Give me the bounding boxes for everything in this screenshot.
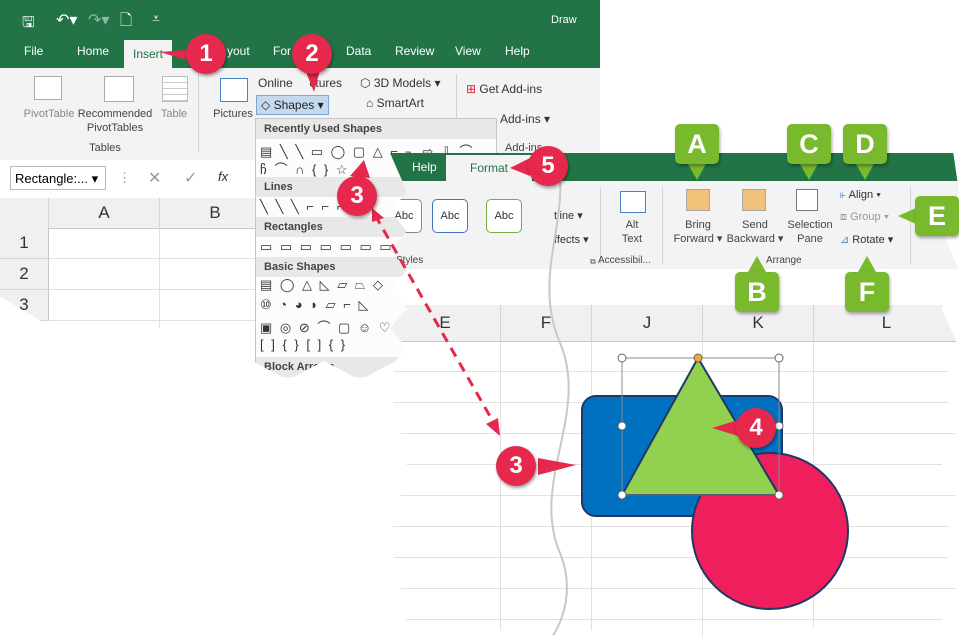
pictures-label[interactable]: Pictures bbox=[208, 108, 258, 121]
resize-handle[interactable] bbox=[774, 490, 784, 500]
callout-f: F bbox=[845, 272, 889, 312]
tab-formulas[interactable]: For bbox=[273, 44, 291, 58]
enter-icon[interactable]: ✓ bbox=[184, 168, 197, 188]
tab-help[interactable]: Help bbox=[505, 44, 530, 58]
3d-models-button[interactable]: ⬡ 3D Models ▾ bbox=[360, 76, 441, 90]
save-icon[interactable]: 🖫 bbox=[22, 12, 35, 37]
row-header-2[interactable]: 2 bbox=[0, 259, 49, 290]
resize-handle[interactable] bbox=[774, 353, 784, 363]
row-header-3[interactable]: 3 bbox=[0, 290, 49, 321]
callout-b: B bbox=[735, 272, 779, 312]
step-3-callout-top: 3 bbox=[337, 176, 377, 216]
resize-handle[interactable] bbox=[617, 421, 627, 431]
recently-used-heading: Recently Used Shapes bbox=[256, 119, 496, 139]
tab-file[interactable]: File bbox=[24, 44, 43, 58]
recommended-label[interactable]: Recommended bbox=[70, 108, 160, 121]
tables-group-label: Tables bbox=[89, 142, 121, 154]
smartart-button[interactable]: ⌂ SmartArt bbox=[366, 96, 424, 110]
basic-shapes-row[interactable]: ▤ ◯ △ ◺ ▱ ⏢ ◇ bbox=[260, 277, 385, 293]
pivottables-label[interactable]: PivotTables bbox=[70, 122, 160, 135]
callout-d: D bbox=[843, 124, 887, 164]
tab-view[interactable]: View bbox=[455, 44, 481, 58]
tab-layout[interactable]: yout bbox=[227, 44, 250, 58]
window-title: Draw bbox=[551, 14, 577, 26]
recommended-pivottables-icon bbox=[104, 76, 134, 102]
get-addins-button[interactable]: ⊞ Get Add-ins bbox=[466, 82, 542, 96]
resize-handle[interactable] bbox=[617, 353, 627, 363]
column-header-a[interactable]: A bbox=[49, 198, 160, 229]
callout-a: A bbox=[675, 124, 719, 164]
basic-shapes-row[interactable]: [ ] { } [ ] { } bbox=[260, 337, 347, 352]
online-pictures-button[interactable]: Online ctures bbox=[258, 76, 342, 90]
insert-function-icon[interactable]: fx bbox=[218, 169, 228, 184]
resize-handle[interactable] bbox=[774, 421, 784, 431]
table-icon bbox=[162, 76, 188, 102]
recent-shapes-row-2[interactable]: ჩ ⌒ ∩ { } ☆ bbox=[260, 159, 350, 178]
step-3-callout-bottom: 3 bbox=[496, 446, 536, 486]
my-addins-button[interactable]: Add-ins ▾ bbox=[500, 112, 550, 126]
tab-home[interactable]: Home bbox=[77, 44, 109, 58]
tab-data[interactable]: Data bbox=[346, 44, 371, 58]
step-5-callout: 5 bbox=[528, 146, 568, 186]
pivottable-icon bbox=[34, 76, 62, 100]
basic-shapes-row[interactable]: ⑩ ◔ ◕ ◗ ▱ ⌐ ◺ bbox=[260, 297, 370, 313]
cancel-icon[interactable]: ✕ bbox=[148, 168, 161, 188]
row-header-1[interactable]: 1 bbox=[0, 228, 49, 259]
shapes-button[interactable]: ◇ Shapes ▾ bbox=[256, 95, 329, 115]
step-4-callout: 4 bbox=[736, 408, 776, 448]
callout-c: C bbox=[787, 124, 831, 164]
tab-review[interactable]: Review bbox=[395, 44, 434, 58]
customize-qat-icon[interactable]: ⩡ bbox=[152, 10, 160, 27]
select-all-corner[interactable] bbox=[0, 198, 49, 229]
step-1-callout: 1 bbox=[186, 34, 226, 74]
adjust-handle[interactable] bbox=[693, 353, 703, 363]
new-icon[interactable]: 🗋 bbox=[120, 10, 132, 35]
basic-shapes-row[interactable]: ▣ ◎ ⊘ ⌒ ▢ ☺ ♡ bbox=[260, 317, 392, 336]
torn-edge-line bbox=[548, 153, 570, 640]
step-2-callout: 2 bbox=[292, 34, 332, 74]
title-bar: 🖫 ↶▾ ↷▾ 🗋 ⩡ Draw bbox=[0, 0, 600, 38]
redo-icon[interactable]: ↷▾ bbox=[88, 10, 109, 30]
tab-insert[interactable]: Insert bbox=[124, 40, 172, 68]
drawing-canvas bbox=[548, 153, 849, 640]
rectangles-row[interactable]: ▭ ▭ ▭ ▭ ▭ ▭ ▭ ▭ bbox=[260, 239, 414, 255]
formula-dots-icon: ⋮ bbox=[118, 170, 131, 185]
name-box[interactable]: Rectangle:... ▾ bbox=[10, 166, 106, 190]
resize-handle[interactable] bbox=[617, 490, 627, 500]
callout-e: E bbox=[915, 196, 959, 236]
table-label[interactable]: Table bbox=[154, 108, 194, 121]
right-excel-window: Help Format Abc Abc Abc Styles tline ▾ f… bbox=[390, 153, 959, 640]
undo-icon[interactable]: ↶▾ bbox=[56, 10, 77, 30]
pictures-icon bbox=[220, 78, 248, 102]
